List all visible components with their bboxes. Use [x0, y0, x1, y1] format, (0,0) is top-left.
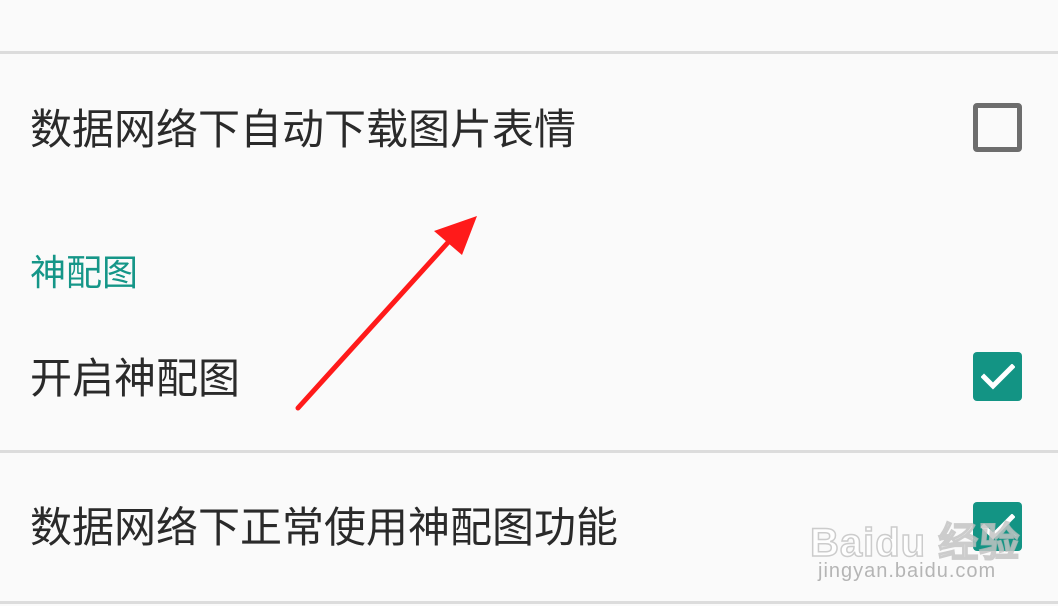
setting-row-enable-shenpeitu[interactable]: 开启神配图 [0, 330, 1058, 450]
setting-row-auto-download-images[interactable]: 数据网络下自动下载图片表情 [0, 54, 1058, 194]
setting-label-enable-shenpeitu: 开启神配图 [30, 354, 241, 403]
previous-setting-row[interactable] [0, 0, 1058, 52]
checkmark-icon [980, 363, 1015, 390]
setting-label-shenpeitu-mobile-data: 数据网络下正常使用神配图功能 [30, 503, 619, 552]
section-header-shenpeitu: 神配图 [30, 253, 139, 294]
auto-download-images-checkbox[interactable] [973, 103, 1022, 152]
setting-label-auto-download-images: 数据网络下自动下载图片表情 [30, 105, 577, 154]
settings-screen: 数据网络下自动下载图片表情 神配图 开启神配图 数据网络下正常使用神配图功能 B… [0, 0, 1058, 606]
checkmark-icon [980, 513, 1015, 540]
divider [0, 601, 1058, 604]
setting-row-shenpeitu-mobile-data[interactable]: 数据网络下正常使用神配图功能 [0, 453, 1058, 603]
shenpeitu-mobile-data-checkbox[interactable] [973, 502, 1022, 551]
enable-shenpeitu-checkbox[interactable] [973, 352, 1022, 401]
